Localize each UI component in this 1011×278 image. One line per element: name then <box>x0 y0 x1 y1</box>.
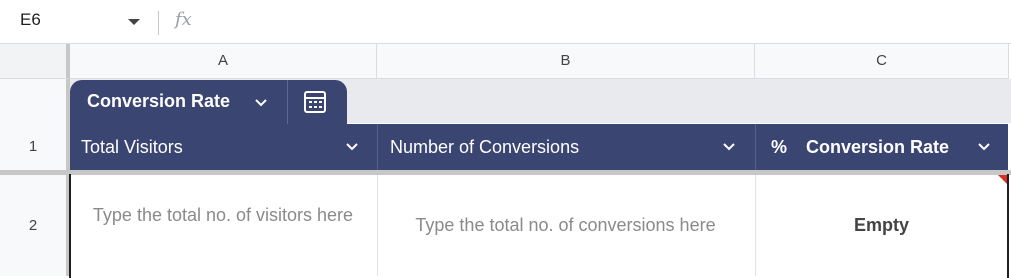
table-menu-chevron-icon[interactable] <box>252 94 270 117</box>
header-conversion-rate[interactable]: Conversion Rate <box>806 124 949 170</box>
comment-indicator-icon[interactable] <box>998 175 1007 184</box>
name-box[interactable]: E6 <box>20 10 41 30</box>
table-calculator-icon[interactable] <box>304 91 326 113</box>
header-c-chevron-icon[interactable] <box>975 124 993 170</box>
column-header-c[interactable]: C <box>755 44 1009 79</box>
table-border <box>69 174 1009 278</box>
formula-bar: E6 fx <box>0 0 1011 44</box>
column-header-a[interactable]: A <box>70 44 377 79</box>
header-divider <box>377 124 378 170</box>
percent-type-icon: % <box>771 137 788 157</box>
row-header-1[interactable]: 1 <box>0 124 70 170</box>
header-divider <box>755 124 756 170</box>
header-b-chevron-icon[interactable] <box>720 124 738 170</box>
column-header-b[interactable]: B <box>377 44 755 79</box>
fx-icon: fx <box>175 9 192 30</box>
formula-bar-divider <box>158 11 159 35</box>
header-number-of-conversions[interactable]: Number of Conversions <box>390 124 579 170</box>
header-total-visitors[interactable]: Total Visitors <box>81 124 183 170</box>
name-box-dropdown-icon[interactable] <box>128 19 140 25</box>
select-all-corner[interactable] <box>0 44 70 79</box>
row-header-2[interactable]: 2 <box>0 175 70 276</box>
row-header-blank <box>0 79 70 124</box>
header-a-chevron-icon[interactable] <box>343 124 361 170</box>
table-tab-divider <box>287 80 288 124</box>
table-name[interactable]: Conversion Rate <box>87 91 230 112</box>
